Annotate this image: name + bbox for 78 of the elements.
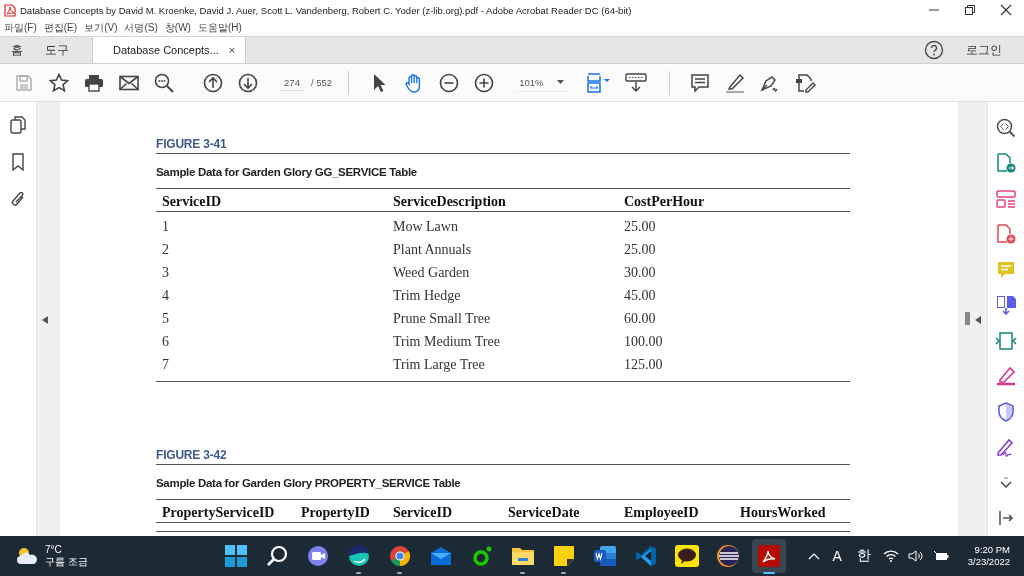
table-cell-text: Plant Annuals: [392, 241, 473, 259]
login-link[interactable]: 로그인: [966, 41, 1002, 59]
wifi-icon[interactable]: [882, 550, 899, 562]
figure-caption: Sample Data for Garden Glory PROPERTY_SERVICE Table: [156, 477, 850, 500]
table-cell-text: Weed Garden: [392, 264, 471, 282]
table-cell-text: 60.00: [623, 310, 657, 328]
weather-icon[interactable]: [15, 546, 39, 566]
table-cell-text: Trim Hedge: [392, 287, 462, 305]
column-header: HoursWorked: [734, 500, 850, 523]
page-number-field[interactable]: 274: [279, 74, 305, 91]
running-indicator: [356, 572, 361, 574]
table-cell-text: 3: [161, 264, 170, 282]
expand-right-panel-icon[interactable]: [975, 316, 981, 324]
table-cell-text: 7: [161, 356, 170, 374]
zoom-dropdown[interactable]: 101%: [515, 73, 569, 92]
table-cell-text: 25.00: [623, 218, 657, 236]
column-header: PropertyID: [295, 500, 387, 523]
input-mode[interactable]: A: [832, 548, 842, 564]
table-cell-text: Mow Lawn: [392, 218, 459, 236]
table-cell-text: 2: [161, 241, 170, 259]
chevron-up-icon[interactable]: [808, 552, 821, 560]
close-icon[interactable]: [1000, 4, 1012, 16]
table-cell-text: 45.00: [623, 287, 657, 305]
table-cell-text: 5: [161, 310, 170, 328]
table-cell-text: 125.00: [623, 356, 664, 374]
table-cell-text: 1: [161, 218, 170, 236]
running-indicator: [762, 572, 775, 574]
battery-icon[interactable]: [932, 550, 949, 562]
table-cell-text: 30.00: [623, 264, 657, 282]
running-indicator: [520, 572, 525, 574]
menu-item[interactable]: 창(W): [164, 21, 191, 35]
table-cell-text: Prune Small Tree: [392, 310, 492, 328]
menu-item[interactable]: 보기(V): [84, 21, 118, 35]
column-header: EmployeeID: [618, 500, 734, 523]
tab[interactable]: 도구: [34, 37, 80, 63]
clock-time: 9:20 PM: [974, 544, 1010, 556]
table-cell-text: 25.00: [623, 241, 657, 259]
table-cell-text: Trim Medium Tree: [392, 333, 501, 351]
column-header: ServiceDate: [502, 500, 618, 523]
column-header: ServiceID: [156, 189, 387, 212]
figure-caption: Sample Data for Garden Glory GG_SERVICE Table: [156, 166, 850, 189]
weather-condition: 구름 조금: [45, 556, 88, 568]
language-indicator[interactable]: 한: [856, 547, 871, 565]
figure-label: FIGURE 3-41: [156, 137, 850, 154]
tab[interactable]: 홈: [0, 37, 34, 63]
figure-label: FIGURE 3-42: [156, 448, 850, 465]
table-cell-text: Trim Large Tree: [392, 356, 486, 374]
bookmark-icon[interactable]: [11, 153, 25, 171]
clock-date: 3/23/2022: [967, 556, 1010, 568]
paperclip-icon[interactable]: [10, 190, 26, 208]
menu-item[interactable]: 서명(S): [124, 21, 158, 35]
pdf-app-icon[interactable]: [751, 539, 786, 573]
column-header: ServiceDescription: [387, 189, 618, 212]
window-title: Database Concepts by David M. Kroenke, David J. Auer, Scott L. Vandenberg, Robert C. Yoder (z-lib.org).pdf - Adobe Acrobat Reader DC (64-bit): [20, 4, 632, 16]
tab[interactable]: Database Concepts... ×: [92, 37, 247, 63]
speaker-icon[interactable]: [907, 550, 924, 562]
column-header: PropertyServiceID: [156, 500, 295, 523]
table-cell-text: 100.00: [623, 333, 664, 351]
pdf-file-icon: [4, 3, 16, 17]
close-tab-icon[interactable]: ×: [228, 44, 236, 56]
caret-icon: [557, 80, 565, 84]
help-icon[interactable]: [924, 40, 944, 60]
menu-item[interactable]: 편집(E): [43, 21, 78, 35]
fit-page-button[interactable]: [586, 72, 613, 93]
collapse-left-icon[interactable]: [42, 316, 48, 324]
copy-pages-icon[interactable]: [10, 116, 26, 134]
table-cell-text: 4: [161, 287, 170, 305]
scrollbar-thumb[interactable]: [965, 312, 970, 325]
table-cell-text: 6: [161, 333, 170, 351]
running-indicator: [561, 572, 566, 574]
page-total: / 552: [311, 77, 333, 88]
column-header: ServiceID: [387, 500, 502, 523]
menu-item[interactable]: 도움말(H): [197, 21, 242, 35]
running-indicator: [397, 572, 402, 574]
column-header: CostPerHour: [618, 189, 850, 212]
restore-icon[interactable]: [964, 4, 976, 16]
temperature: 7°C: [45, 544, 63, 556]
menu-item[interactable]: 파일(F): [4, 21, 37, 35]
